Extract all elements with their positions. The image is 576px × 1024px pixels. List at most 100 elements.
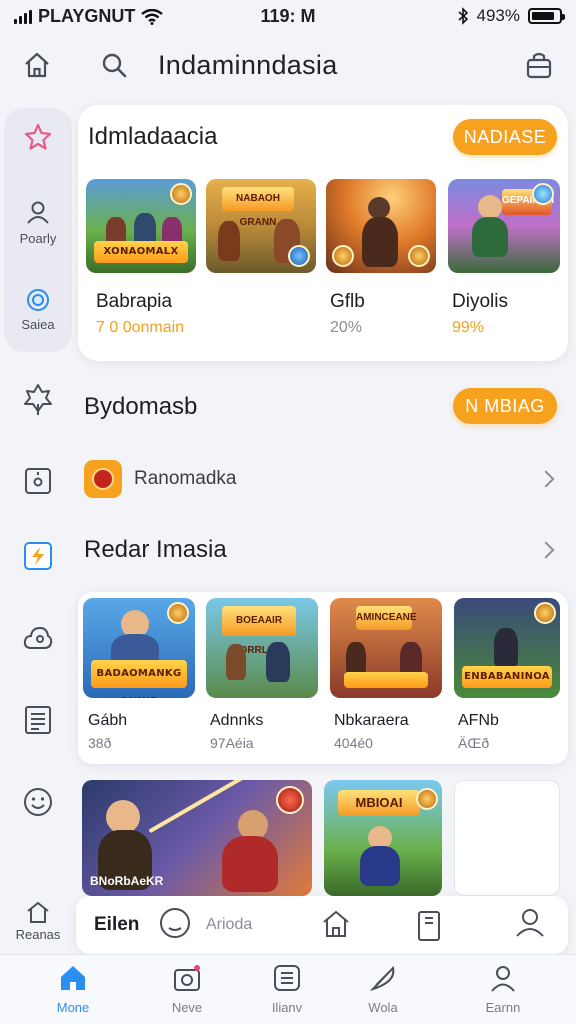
nav-tab-news[interactable]: Neve	[142, 963, 232, 1015]
game-tile-banner: AMINCEANE	[356, 606, 417, 630]
home-button[interactable]	[17, 45, 57, 85]
game-tile-8[interactable]: ENBABANINOA	[454, 598, 560, 698]
game-tile-banner: MBIOAI	[338, 790, 420, 816]
game-tile-1[interactable]: XONAOMALX	[86, 179, 196, 273]
game-tile-5[interactable]: BADAOMANKG ONNIR	[83, 598, 195, 698]
game-art	[106, 800, 140, 834]
game-badge-icon	[288, 245, 310, 267]
game-name: AFNb	[458, 712, 499, 729]
home-icon	[61, 966, 85, 990]
game-tile-banner: XONAOMALX	[94, 241, 188, 263]
placeholder-tile	[454, 780, 560, 896]
search-button[interactable]	[158, 906, 192, 940]
battery-icon	[528, 8, 565, 24]
nav-tab-home[interactable]: Mone	[28, 963, 118, 1015]
game-art	[266, 642, 290, 682]
bag-button[interactable]	[519, 45, 559, 85]
rail-item-label: Poarly	[19, 231, 57, 246]
rail-item-social[interactable]	[0, 786, 76, 821]
game-subtitle: 38ð	[88, 735, 112, 751]
game-art	[368, 197, 390, 219]
game-tile-3[interactable]	[326, 179, 436, 273]
rail-item-home[interactable]: Reanas	[0, 900, 76, 942]
nav-tab-wola[interactable]: Wola	[338, 963, 428, 1015]
big-game-tile-2[interactable]: MBIOAI	[324, 780, 442, 896]
nav-tab-library[interactable]: Ilianv	[242, 963, 332, 1015]
profile-icon	[491, 966, 515, 992]
game-name: Gflb	[330, 291, 365, 312]
nav-label: Neve	[171, 1000, 203, 1015]
smiley-icon	[24, 788, 52, 816]
game-art	[218, 221, 240, 261]
list-icon	[274, 965, 300, 991]
game-tile-banner	[344, 672, 428, 688]
game-tile-7[interactable]: AMINCEANE	[330, 598, 442, 698]
game-art	[478, 195, 502, 219]
rail-item-label: Saiea	[21, 317, 55, 332]
game-art	[222, 836, 278, 892]
game-tile-6[interactable]: BOEAAIR ORRLIG	[206, 598, 318, 698]
game-tile-2[interactable]: NABAOH GRANN	[206, 179, 316, 273]
rail-item-people[interactable]: Poarly	[0, 200, 76, 246]
star-icon	[24, 123, 52, 150]
game-name: Gábh	[88, 712, 128, 729]
section2-action-button[interactable]: N MBIAG	[453, 388, 557, 424]
game-badge-icon	[276, 786, 304, 814]
ranked-app-icon	[84, 460, 122, 498]
nav-label: Ilianv	[271, 1000, 303, 1015]
game-badge-icon	[408, 245, 430, 267]
home-icon	[25, 52, 49, 78]
bluetooth-icon	[457, 7, 468, 25]
rail-item-events[interactable]	[0, 540, 76, 575]
featured-action-button[interactable]: NADIASE	[453, 119, 557, 155]
game-art	[226, 644, 246, 680]
featured-card: Idmladaacia NADIASE XONAOMALX NABAOH GRA…	[78, 105, 568, 361]
tree-icon	[24, 384, 52, 415]
filter-label[interactable]: Eilen	[94, 914, 139, 936]
game-art	[360, 846, 400, 886]
person-icon	[27, 201, 49, 224]
rail-item-news[interactable]	[0, 704, 76, 739]
nav-tab-profile[interactable]: Earnn	[458, 963, 548, 1015]
search-placeholder[interactable]: Arioda	[206, 916, 252, 934]
game-badge-icon	[332, 245, 354, 267]
rail-item-explore[interactable]	[0, 382, 76, 419]
lock-icon	[25, 468, 51, 494]
rail-item-search[interactable]: Saiea	[0, 288, 76, 332]
game-name: Babrapia	[96, 291, 173, 312]
home-button[interactable]	[320, 908, 352, 940]
feather-icon	[369, 965, 395, 991]
game-subtitle: 404é0	[334, 735, 373, 751]
game-name: Adnnks	[210, 712, 264, 729]
cloud-icon	[23, 626, 53, 649]
game-tile-banner: ENBABANINOA	[462, 666, 552, 688]
rail-item-locker[interactable]	[0, 464, 76, 499]
big-game-tile-1[interactable]: BNoRbAeKR	[82, 780, 312, 896]
game-art	[346, 642, 366, 676]
game-subtitle: 99%	[452, 319, 485, 336]
search-button[interactable]	[94, 45, 134, 85]
nav-label: Earnn	[485, 1000, 521, 1015]
profile-button[interactable]	[514, 906, 546, 938]
game-tile-banner: BADAOMANKG ONNIR	[91, 660, 187, 698]
chevron-right-icon	[537, 470, 555, 488]
profile-icon	[516, 909, 544, 937]
rail-item-label: Reanas	[15, 927, 61, 942]
game-tile-4[interactable]: GEPAIPOH	[448, 179, 560, 273]
big-tile-caption: BNoRbAeKR	[90, 874, 164, 888]
row-ranked[interactable]: Ranomadka	[84, 460, 560, 498]
newspaper-icon	[25, 706, 51, 734]
camera-icon	[174, 965, 200, 991]
rail-item-favorites[interactable]	[0, 122, 76, 155]
page-title: Indaminndasia	[158, 50, 338, 80]
game-subtitle: 97Aéia	[210, 735, 254, 751]
game-badge-icon	[532, 183, 554, 205]
row-label: Ranomadka	[134, 468, 237, 489]
rail-item-cloud[interactable]	[0, 622, 76, 657]
game-subtitle: 20%	[330, 319, 363, 336]
bottom-nav: Mone Neve Ilianv Wola Earnn	[0, 954, 576, 1024]
game-badge-icon	[534, 602, 556, 624]
trash-button[interactable]	[414, 906, 444, 942]
nav-label: Mone	[56, 1000, 90, 1015]
chevron-right-icon[interactable]	[537, 541, 555, 559]
